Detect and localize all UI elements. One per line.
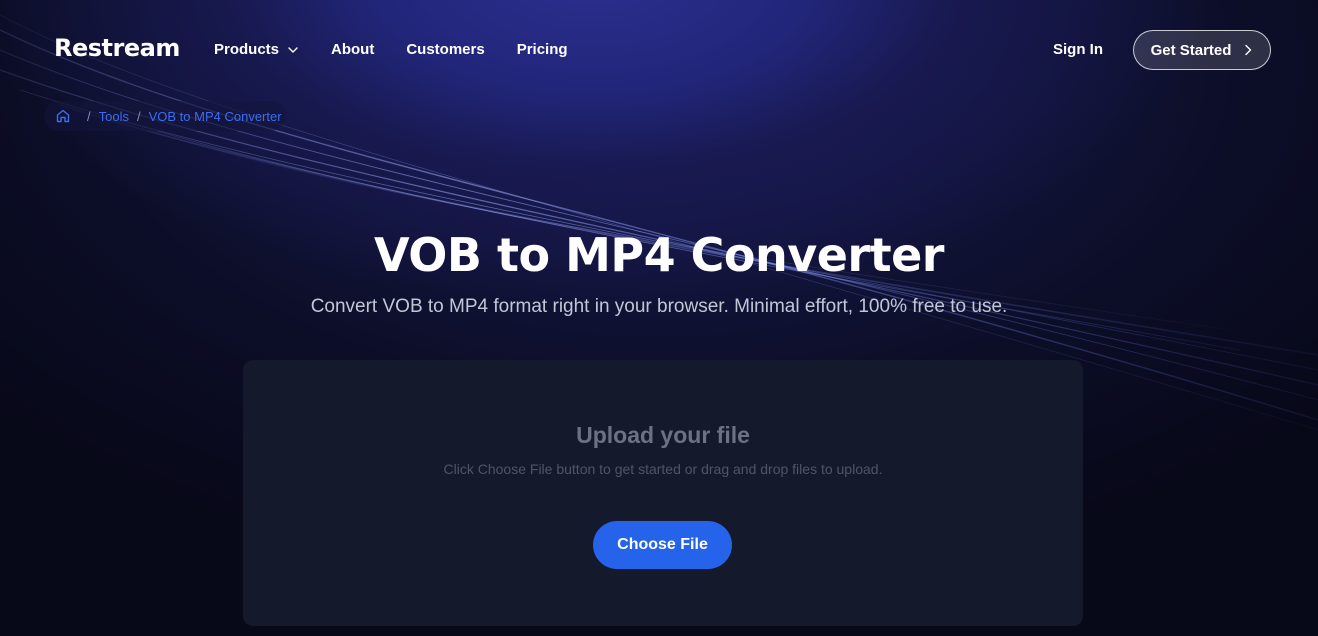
- page-subtitle: Convert VOB to MP4 format right in your …: [310, 296, 1008, 317]
- nav-item-about[interactable]: About: [331, 41, 374, 58]
- choose-file-button[interactable]: Choose File: [593, 521, 732, 569]
- home-icon[interactable]: [55, 108, 71, 124]
- page-title: VOB to MP4 Converter: [374, 228, 944, 282]
- breadcrumb-tools[interactable]: Tools: [99, 109, 129, 124]
- top-navigation: Restream Products About Customers Pricin…: [0, 0, 1318, 100]
- nav-item-products[interactable]: Products: [214, 41, 299, 58]
- sign-in-link[interactable]: Sign In: [1053, 41, 1103, 58]
- chevron-down-icon: [288, 46, 298, 53]
- upload-title: Upload your file: [576, 422, 750, 448]
- nav-item-pricing[interactable]: Pricing: [517, 41, 568, 58]
- nav-item-products-label: Products: [214, 41, 280, 58]
- nav-links: Products About Customers Pricing: [214, 41, 600, 58]
- nav-item-customers[interactable]: Customers: [406, 41, 484, 58]
- restream-logo[interactable]: Restream: [54, 34, 180, 62]
- get-started-button[interactable]: Get Started: [1133, 30, 1271, 70]
- upload-hint: Click Choose File button to get started …: [443, 461, 883, 477]
- chevron-right-icon: [1245, 44, 1252, 56]
- upload-dropzone[interactable]: Upload your file Click Choose File butto…: [243, 360, 1083, 626]
- breadcrumb-separator: /: [87, 108, 91, 124]
- breadcrumb-separator: /: [136, 108, 141, 124]
- breadcrumb: / Tools / VOB to MP4 Converter: [44, 101, 286, 131]
- breadcrumb-current[interactable]: VOB to MP4 Converter: [149, 109, 282, 124]
- get-started-label: Get Started: [1150, 41, 1232, 59]
